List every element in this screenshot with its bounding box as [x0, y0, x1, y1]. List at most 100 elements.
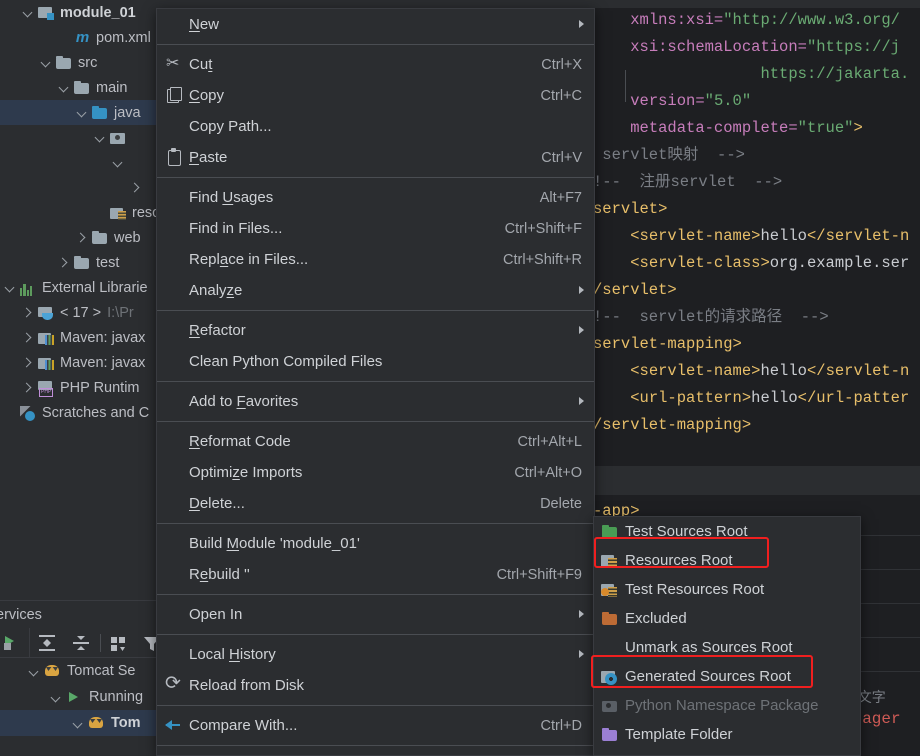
menu-item-optimize-imports[interactable]: Optimize Imports Ctrl+Alt+O — [157, 457, 594, 488]
collapse-all-icon[interactable] — [64, 628, 98, 658]
menu-item-compare-with[interactable]: Compare With... Ctrl+D — [157, 710, 594, 741]
chevron-down-icon[interactable] — [72, 717, 85, 730]
chevron-right-icon[interactable] — [76, 231, 89, 244]
menu-item-icon-placeholder — [163, 534, 189, 554]
chevron-down-icon[interactable] — [58, 81, 71, 94]
run-icon — [66, 689, 84, 705]
code-token: xsi:schemaLocation= — [630, 38, 807, 56]
menu-item-copy[interactable]: Copy Ctrl+C — [157, 80, 594, 111]
submenu-item-test-resources-root[interactable]: Test Resources Root — [594, 575, 860, 604]
chevron-down-icon[interactable] — [112, 156, 125, 169]
menu-item-label: Build Module 'module_01' — [189, 535, 360, 552]
jdk-icon — [38, 305, 55, 321]
chevron-down-icon[interactable] — [40, 56, 53, 69]
folder-icon — [74, 80, 91, 96]
code-token: version= — [630, 92, 705, 110]
menu-item-rebuild-default[interactable]: Rebuild '' Ctrl+Shift+F9 — [157, 559, 594, 590]
rerun-icon[interactable] — [0, 627, 30, 658]
menu-item-cut[interactable]: Cut Ctrl+X — [157, 49, 594, 80]
menu-item-icon-placeholder — [163, 117, 189, 137]
code-editor[interactable]: xmlns:xsi="http://www.w3.org/ xsi:schema… — [595, 0, 920, 465]
menu-item-icon-placeholder — [163, 281, 189, 301]
menu-item-icon-placeholder — [163, 392, 189, 412]
tree-icon-placeholder — [128, 155, 145, 171]
chevron-down-icon[interactable] — [76, 106, 89, 119]
chevron-down-icon[interactable] — [94, 131, 107, 144]
code-line: xsi:schemaLocation="https://j — [595, 34, 909, 61]
menu-item-replace-in-files[interactable]: Replace in Files... Ctrl+Shift+R — [157, 244, 594, 275]
tomcat-running-icon — [88, 715, 106, 731]
services-row-label: Tomcat Se — [67, 663, 136, 679]
maven-lib-icon — [38, 330, 55, 346]
menu-item-clean-python-compiled-files[interactable]: Clean Python Compiled Files — [157, 346, 594, 377]
submenu-item-label: Test Sources Root — [625, 523, 748, 540]
menu-item-refactor[interactable]: Refactor — [157, 315, 594, 346]
resources-root-icon — [599, 552, 625, 570]
code-line: xmlns:xsi="http://www.w3.org/ — [595, 7, 909, 34]
menu-item-shortcut: Alt+F7 — [539, 189, 582, 206]
menu-item-label: Rebuild '' — [189, 566, 250, 583]
tree-item-label: External Librarie — [42, 279, 148, 296]
services-row-label: Tom — [111, 715, 141, 731]
submenu-item-test-sources-root[interactable]: Test Sources Root — [594, 517, 860, 546]
menu-item-local-history[interactable]: Local History — [157, 639, 594, 670]
menu-item-build-module-module-01[interactable]: Build Module 'module_01' — [157, 528, 594, 559]
chevron-right-icon[interactable] — [22, 331, 35, 344]
submenu-item-label: Python Namespace Package — [625, 697, 819, 714]
project-context-menu[interactable]: New Cut Ctrl+X Copy Ctrl+C Copy Path... Paste C… — [156, 8, 595, 756]
menu-item-label: Replace in Files... — [189, 251, 309, 268]
code-token: <servlet-name> — [630, 362, 761, 380]
php-runtime-icon — [38, 380, 55, 397]
chevron-right-icon[interactable] — [130, 181, 143, 194]
chevron-right-icon[interactable] — [22, 381, 35, 394]
code-line: <url-pattern>hello</url-patter — [595, 385, 909, 412]
menu-item-paste[interactable]: Paste Ctrl+V — [157, 142, 594, 173]
chevron-down-icon[interactable] — [22, 6, 35, 19]
code-line: !-- servlet的请求路径 --> — [595, 304, 909, 331]
code-line: !-- 注册servlet --> — [595, 169, 909, 196]
menu-item-reformat-code[interactable]: Reformat Code Ctrl+Alt+L — [157, 426, 594, 457]
submenu-item-label: Unmark as Sources Root — [625, 639, 793, 656]
menu-item-reload-from-disk[interactable]: Reload from Disk — [157, 670, 594, 701]
menu-item-find-usages[interactable]: Find Usages Alt+F7 — [157, 182, 594, 213]
chevron-right-icon[interactable] — [22, 356, 35, 369]
menu-item-label: Optimize Imports — [189, 464, 303, 481]
chevron-down-icon[interactable] — [50, 691, 63, 704]
code-token: servlet-mapping> — [595, 335, 742, 353]
compare-icon — [163, 716, 189, 736]
menu-item-open-in[interactable]: Open In — [157, 599, 594, 630]
menu-item-shortcut: Ctrl+D — [540, 717, 583, 734]
tree-item-label: Maven: javax — [60, 329, 146, 346]
expand-all-icon[interactable] — [30, 628, 64, 658]
code-line: version="5.0" — [595, 88, 909, 115]
package-icon — [110, 130, 127, 146]
menu-item-label: Compare With... — [189, 717, 298, 734]
menu-item-new[interactable]: New — [157, 9, 594, 40]
submenu-item-resources-root[interactable]: Resources Root — [594, 546, 860, 575]
menu-item-analyze[interactable]: Analyze — [157, 275, 594, 306]
menu-item-find-in-files[interactable]: Find in Files... Ctrl+Shift+F — [157, 213, 594, 244]
submenu-item-unmark-as-sources-root[interactable]: Unmark as Sources Root — [594, 633, 860, 662]
group-by-icon[interactable] — [103, 628, 137, 658]
scratches-icon — [20, 405, 37, 421]
submenu-item-template-folder[interactable]: Template Folder — [594, 720, 860, 749]
menu-item-icon-placeholder — [163, 250, 189, 270]
chevron-right-icon[interactable] — [22, 306, 35, 319]
menu-item-add-to-favorites[interactable]: Add to Favorites — [157, 386, 594, 417]
menu-item-label: Paste — [189, 149, 228, 166]
menu-item-delete[interactable]: Delete... Delete — [157, 488, 594, 519]
chevron-down-icon[interactable] — [28, 665, 41, 678]
toolbar-separator — [100, 633, 101, 652]
menu-item-copy-path[interactable]: Copy Path... — [157, 111, 594, 142]
menu-separator — [157, 44, 594, 45]
mark-directory-as-submenu[interactable]: Test Sources Root Resources Root Test Reso… — [593, 516, 861, 756]
chevron-right-icon[interactable] — [58, 256, 71, 269]
copy-icon — [163, 86, 189, 106]
submenu-item-excluded[interactable]: Excluded — [594, 604, 860, 633]
menu-item-open-module-settings[interactable]: Open Module SettingsF4 — [157, 750, 594, 755]
chevron-down-icon[interactable] — [4, 281, 17, 294]
paste-icon — [163, 147, 189, 168]
menu-item-label: Clean Python Compiled Files — [189, 353, 383, 370]
submenu-item-generated-sources-root[interactable]: Generated Sources Root — [594, 662, 860, 691]
